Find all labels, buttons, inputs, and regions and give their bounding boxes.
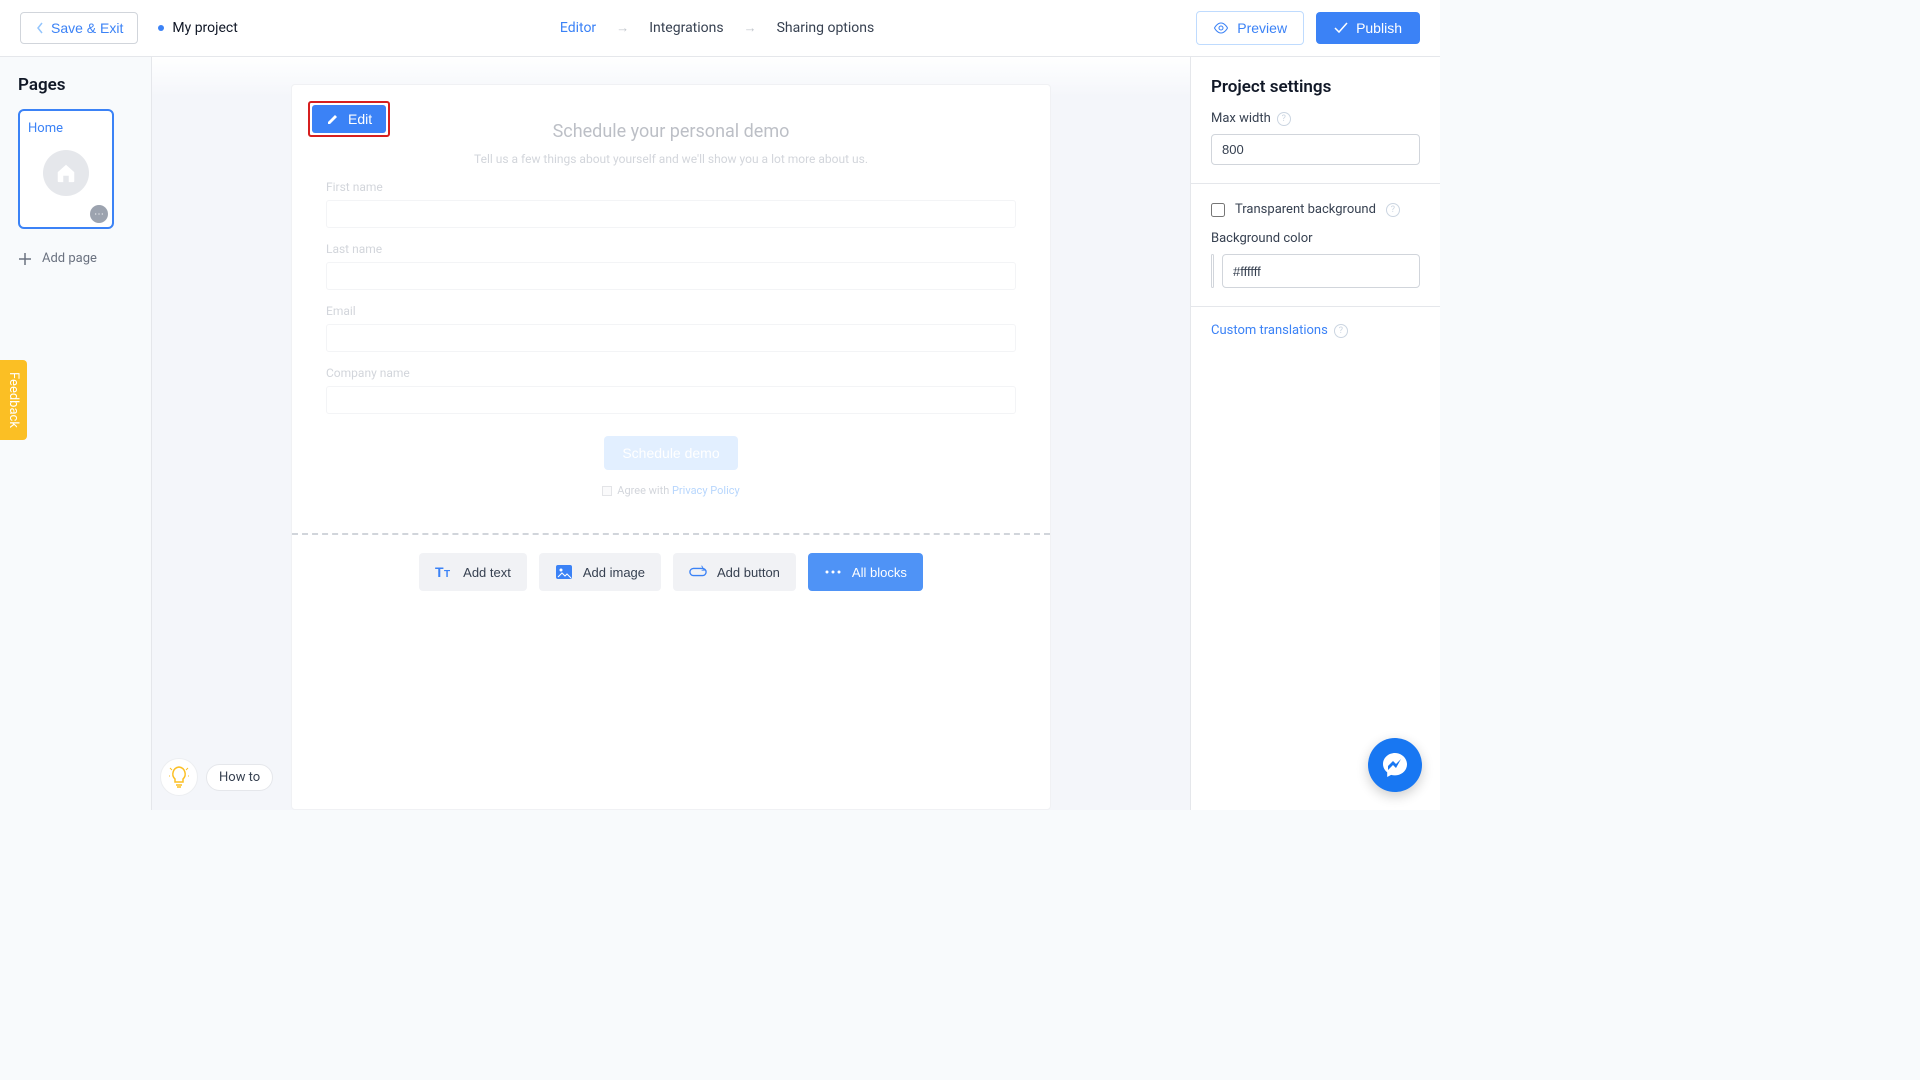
help-icon[interactable]: ? — [1277, 112, 1291, 126]
add-image-label: Add image — [583, 565, 645, 580]
label-email: Email — [326, 304, 1016, 318]
all-blocks-button[interactable]: All blocks — [808, 553, 923, 591]
preview-label: Preview — [1237, 20, 1287, 36]
text-icon: TT — [435, 563, 453, 581]
page-card-label: Home — [28, 121, 104, 136]
add-page-button[interactable]: Add page — [18, 251, 133, 266]
tab-editor[interactable]: Editor — [560, 20, 596, 36]
save-exit-label: Save & Exit — [51, 20, 123, 36]
page-more-icon[interactable]: ⋯ — [90, 205, 108, 223]
custom-translations-row: Custom translations ? — [1191, 306, 1440, 354]
form-subtitle: Tell us a few things about yourself and … — [326, 152, 1016, 166]
add-button-button[interactable]: Add button — [673, 553, 796, 591]
publish-button[interactable]: Publish — [1316, 12, 1420, 44]
chevron-left-icon — [35, 22, 45, 34]
transparent-bg-label: Transparent background — [1235, 202, 1376, 217]
arrow-right-icon: → — [616, 20, 629, 36]
edit-highlight: Edit — [308, 101, 390, 137]
form-block[interactable]: Edit Schedule your personal demo Tell us… — [304, 97, 1038, 521]
privacy-row: Agree with Privacy Policy — [326, 484, 1016, 497]
tab-integrations[interactable]: Integrations — [649, 20, 723, 36]
help-icon[interactable]: ? — [1334, 324, 1348, 338]
block-toolbar: TT Add text Add image Add button All blo… — [292, 533, 1050, 609]
max-width-input[interactable] — [1211, 134, 1420, 165]
project-name: My project — [158, 20, 237, 36]
image-icon — [555, 563, 573, 581]
label-last-name: Last name — [326, 242, 1016, 256]
divider — [1191, 183, 1440, 184]
transparent-bg-checkbox[interactable] — [1211, 203, 1225, 217]
add-button-label: Add button — [717, 565, 780, 580]
eye-icon — [1213, 22, 1229, 34]
add-text-label: Add text — [463, 565, 511, 580]
form-title: Schedule your personal demo — [326, 121, 1016, 142]
unsaved-dot-icon — [158, 25, 164, 31]
save-exit-button[interactable]: Save & Exit — [20, 12, 138, 44]
svg-text:T: T — [435, 564, 444, 580]
privacy-pre: Agree with — [617, 484, 672, 497]
schedule-demo-button[interactable]: Schedule demo — [604, 436, 737, 470]
project-name-text: My project — [172, 20, 237, 36]
all-blocks-label: All blocks — [852, 565, 907, 580]
pages-heading: Pages — [18, 75, 133, 95]
page-card-home[interactable]: Home ⋯ — [18, 109, 114, 229]
add-image-button[interactable]: Add image — [539, 553, 661, 591]
settings-heading: Project settings — [1191, 57, 1440, 111]
last-name-field[interactable] — [326, 262, 1016, 290]
top-bar: Save & Exit My project Editor → Integrat… — [0, 0, 1440, 57]
bg-color-label: Background color — [1211, 231, 1420, 246]
custom-translations-link[interactable]: Custom translations — [1211, 323, 1328, 338]
preview-button[interactable]: Preview — [1196, 11, 1304, 45]
add-page-label: Add page — [42, 251, 97, 266]
email-field[interactable] — [326, 324, 1016, 352]
stage-nav: Editor → Integrations → Sharing options — [560, 20, 874, 36]
bg-color-input[interactable] — [1222, 254, 1420, 288]
feedback-tab[interactable]: Feedback — [0, 360, 27, 440]
howto-label: How to — [206, 764, 273, 791]
edit-label: Edit — [348, 111, 372, 127]
pencil-icon — [326, 112, 340, 126]
lightbulb-icon — [160, 758, 198, 796]
publish-label: Publish — [1356, 20, 1402, 36]
check-icon — [1334, 22, 1348, 34]
messenger-button[interactable] — [1368, 738, 1422, 792]
label-company: Company name — [326, 366, 1016, 380]
button-icon — [689, 563, 707, 581]
settings-panel: Project settings Max width ? Transparent… — [1190, 57, 1440, 810]
home-icon — [43, 150, 89, 196]
canvas: Edit Schedule your personal demo Tell us… — [291, 84, 1051, 810]
privacy-link[interactable]: Privacy Policy — [672, 484, 740, 497]
first-name-field[interactable] — [326, 200, 1016, 228]
messenger-icon — [1381, 751, 1409, 779]
add-text-button[interactable]: TT Add text — [419, 553, 527, 591]
howto-widget[interactable]: How to — [160, 758, 273, 796]
plus-icon — [18, 252, 32, 266]
max-width-label: Max width ? — [1211, 111, 1420, 126]
help-icon[interactable]: ? — [1386, 203, 1400, 217]
company-field[interactable] — [326, 386, 1016, 414]
label-first-name: First name — [326, 180, 1016, 194]
arrow-right-icon: → — [744, 20, 757, 36]
canvas-area: Edit Schedule your personal demo Tell us… — [152, 57, 1190, 810]
tab-sharing[interactable]: Sharing options — [777, 20, 875, 36]
privacy-checkbox[interactable] — [602, 486, 612, 496]
transparent-bg-row[interactable]: Transparent background ? — [1211, 202, 1420, 217]
edit-button[interactable]: Edit — [312, 105, 386, 133]
bg-color-swatch[interactable] — [1211, 254, 1214, 288]
dots-icon — [824, 563, 842, 581]
svg-text:T: T — [444, 569, 450, 580]
